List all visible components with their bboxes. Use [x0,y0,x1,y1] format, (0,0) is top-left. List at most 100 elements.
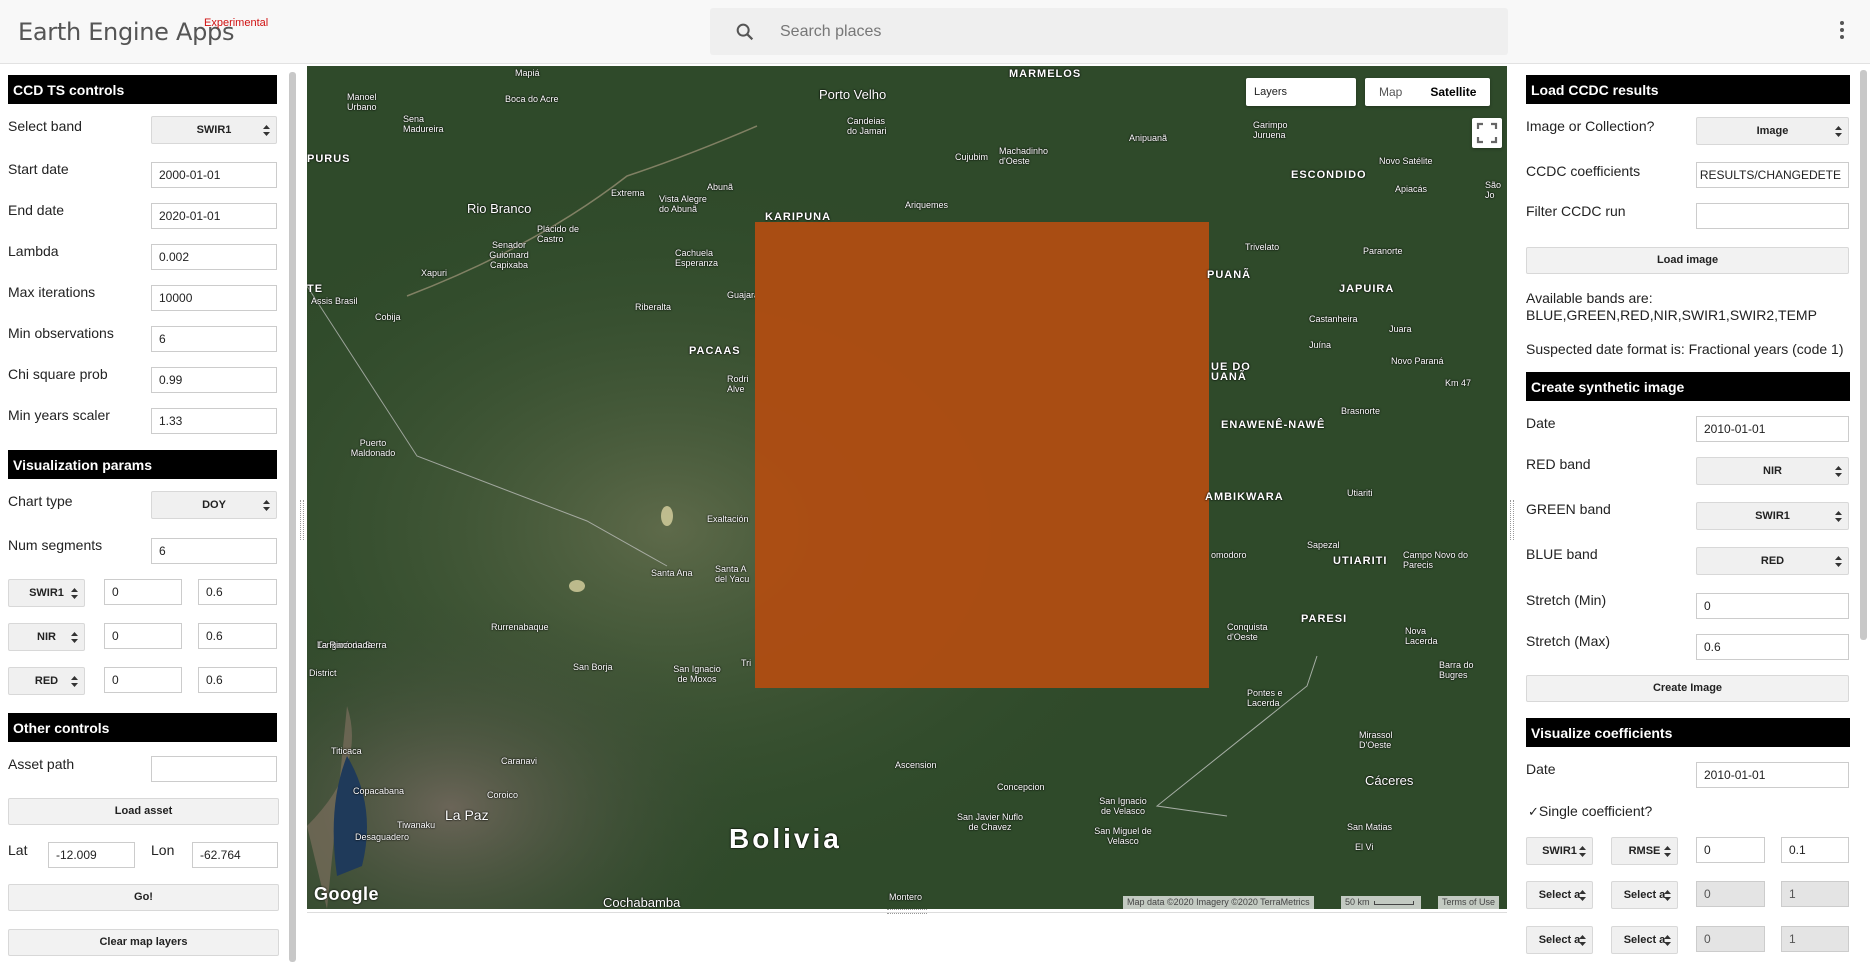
map-label: Desaguadero [355,832,410,842]
map-type-satellite-button[interactable]: Satellite [1416,78,1490,106]
viz-min-input[interactable]: 0 [104,623,182,649]
search-input[interactable] [780,8,1480,55]
viz-min-input[interactable]: 0 [104,667,182,693]
map-type-map-button[interactable]: Map [1365,78,1416,106]
map-label: Concepcion [997,782,1045,792]
app-title: Earth Engine Apps [18,18,235,46]
layers-dropdown[interactable]: Layers [1246,78,1356,106]
lat-input[interactable]: -12.009 [48,842,135,868]
map-label: Juara [1389,324,1412,334]
field-label: End date [8,202,65,218]
filter-ccdc-run-label: Filter CCDC run [1526,203,1626,219]
stretch-max-input[interactable]: 0.6 [1696,634,1849,660]
coef-max-input[interactable]: 0.1 [1781,837,1849,863]
green-band-label: GREEN band [1526,501,1611,517]
viz-min-input[interactable]: 0 [104,579,182,605]
red-band-dropdown[interactable]: NIR [1696,457,1849,485]
search-box[interactable] [710,8,1508,55]
coef-band-dropdown[interactable]: SWIR1 [1526,837,1593,865]
filter-ccdc-run-input[interactable] [1696,203,1849,229]
map-label: AMBIKWARA [1205,491,1284,503]
end-date-input[interactable]: 2020-01-01 [151,203,277,229]
terms-of-use-link[interactable]: Terms of Use [1438,896,1500,909]
fullscreen-button[interactable] [1472,118,1502,148]
left-panel: CCD TS controls Select band SWIR1 Start … [0,66,298,965]
map-label: Santa Ana [651,568,693,578]
vertical-splitter-left[interactable] [300,500,304,540]
map-label: Guajará [727,290,755,300]
synthetic-date-label: Date [1526,415,1556,431]
coef-type-dropdown[interactable]: Select a [1611,926,1678,954]
stretch-min-input[interactable]: 0 [1696,593,1849,619]
map-label: Tiwanaku [397,820,436,830]
image-or-collection-value: Image [1756,125,1789,137]
viz-max-input[interactable]: 0.6 [198,623,277,649]
map-label: Candeias do Jamari [847,116,887,136]
map-label: Santa A del Yacu [715,564,750,584]
viz-max-input[interactable]: 0.6 [198,579,277,605]
blue-band-dropdown[interactable]: RED [1696,547,1849,575]
map-label: Novo Satélite [1379,156,1433,166]
viz-band-dropdown[interactable]: RED [8,667,85,695]
create-image-button[interactable]: Create Image [1526,675,1849,702]
viz-band-dropdown[interactable]: NIR [8,623,85,651]
num-segments-input[interactable]: 6 [151,538,277,564]
updown-arrow-icon [71,588,78,599]
load-image-button[interactable]: Load image [1526,247,1849,274]
min-years-scaler-input[interactable]: 1.33 [151,408,277,434]
select-band-dropdown[interactable]: SWIR1 [151,116,277,144]
viz-max-input[interactable]: 0.6 [198,667,277,693]
coef-max-input: 1 [1781,881,1849,907]
map-label: La Rinconada [317,640,373,650]
map-label: Rurrenabaque [491,622,549,632]
coef-date-input[interactable]: 2010-01-01 [1696,762,1849,788]
load-asset-button[interactable]: Load asset [8,798,279,825]
single-coefficient-checkbox[interactable]: ✓Single coefficient? [1528,803,1652,820]
lambda-input[interactable]: 0.002 [151,244,277,270]
coef-type-dropdown[interactable]: Select a [1611,881,1678,909]
updown-arrow-icon [1579,935,1586,946]
map-label: Puerto Maldonado [350,438,396,458]
min-observations-input[interactable]: 6 [151,326,277,352]
start-date-input[interactable]: 2000-01-01 [151,162,277,188]
viz-band-dropdown[interactable]: SWIR1 [8,579,85,607]
map-scale[interactable]: 50 km [1341,896,1421,909]
map-label: Vista Alegre do Abunã [659,194,707,214]
synthetic-date-input[interactable]: 2010-01-01 [1696,416,1849,442]
map-label: Sapezal [1307,540,1340,550]
asset-path-label: Asset path [8,756,75,772]
coef-type-value: Select a [1623,889,1666,901]
left-scrollbar[interactable] [289,72,296,962]
map-label: Cáceres [1365,773,1414,788]
coef-band-value: SWIR1 [1542,845,1577,857]
coef-band-dropdown[interactable]: Select a [1526,926,1593,954]
updown-arrow-icon [71,632,78,643]
coef-min-input[interactable]: 0 [1696,837,1765,863]
image-or-collection-dropdown[interactable]: Image [1696,117,1849,145]
splitter-handle-icon[interactable] [887,909,927,914]
map-canvas[interactable]: Mapiá MARMELOS Manoel Urbano Boca do Acr… [307,66,1507,909]
ccdc-coefficients-input[interactable]: RESULTS/CHANGEDETE [1696,162,1849,188]
image-or-collection-label: Image or Collection? [1526,118,1655,134]
chi-square-input[interactable]: 0.99 [151,367,277,393]
coef-type-value: RMSE [1628,845,1661,857]
search-icon[interactable] [734,21,756,43]
scale-bar-icon [1373,900,1414,905]
more-vert-icon[interactable] [1834,18,1850,46]
coef-type-dropdown[interactable]: RMSE [1611,837,1678,865]
blue-band-label: BLUE band [1526,546,1598,562]
bottom-panel [307,909,1507,965]
green-band-dropdown[interactable]: SWIR1 [1696,502,1849,530]
max-iterations-input[interactable]: 10000 [151,285,277,311]
chart-type-dropdown[interactable]: DOY [151,491,277,519]
right-scrollbar[interactable] [1860,70,1867,640]
map-label: Mirassol D'Oeste [1359,730,1393,750]
lon-input[interactable]: -62.764 [192,842,278,868]
asset-path-input[interactable] [151,756,277,782]
select-band-value: SWIR1 [196,124,232,136]
clear-map-layers-button[interactable]: Clear map layers [8,929,279,956]
coef-band-dropdown[interactable]: Select a [1526,881,1593,909]
map-label: Coroico [487,790,519,800]
field-label: Chi square prob [8,366,108,382]
go-button[interactable]: Go! [8,884,279,911]
